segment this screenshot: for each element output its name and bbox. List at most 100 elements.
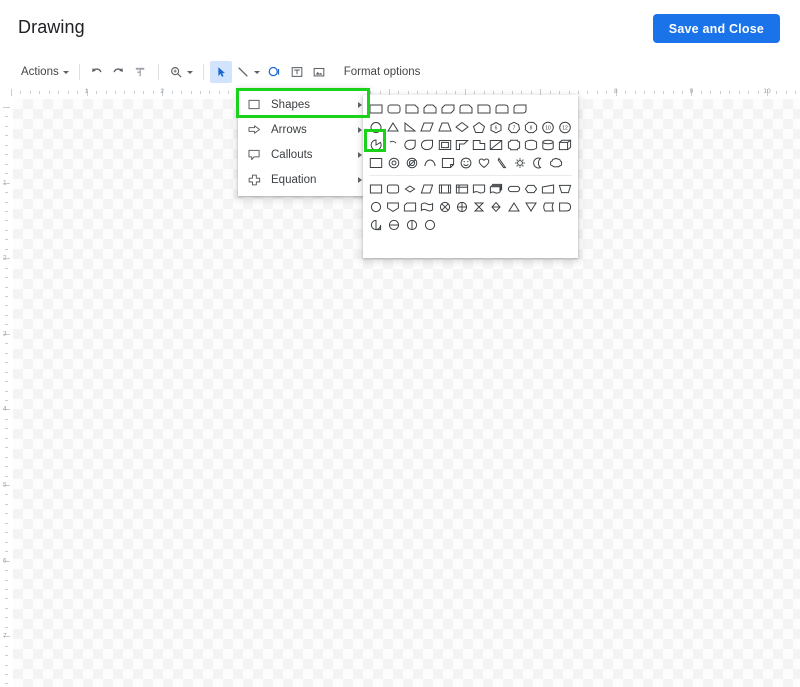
zoom-button[interactable] [165, 60, 197, 84]
shape-pie[interactable] [367, 136, 384, 154]
ruler-tick [5, 116, 8, 117]
shape-half-frame[interactable] [436, 136, 453, 154]
shape-flowchart-off-page-connector[interactable] [384, 198, 401, 216]
shape-dodecagon-12[interactable]: 12 [557, 118, 574, 136]
text-box-tool[interactable] [286, 61, 308, 83]
menu-item-shapes[interactable]: Shapes [238, 92, 368, 117]
shape-snip-and-round-single-corner-rectangle[interactable] [457, 100, 475, 118]
menu-item-equation-label: Equation [271, 174, 358, 186]
shape-isosceles-triangle[interactable] [402, 118, 419, 136]
shape-round-same-side-corner-rectangle[interactable] [493, 100, 511, 118]
shape-flowchart-document[interactable] [471, 180, 488, 198]
save-and-close-button[interactable]: Save and Close [653, 14, 780, 43]
shape-lightning-bolt[interactable] [493, 154, 511, 172]
shape-right-triangle[interactable] [384, 118, 401, 136]
shape-flowchart-delay[interactable] [557, 198, 574, 216]
shape-frame[interactable] [419, 136, 436, 154]
ruler-tick [58, 91, 59, 94]
line-tool[interactable] [232, 60, 264, 84]
shape-teardrop[interactable] [402, 136, 419, 154]
chevron-right-icon [358, 177, 362, 183]
shape-flowchart-predefined-process[interactable] [436, 180, 453, 198]
actions-menu[interactable]: Actions [17, 60, 73, 84]
ruler-tick [739, 91, 740, 94]
shape-flowchart-summing-junction[interactable] [436, 198, 453, 216]
shape-flowchart-extract[interactable] [505, 198, 522, 216]
shape-ellipse[interactable] [367, 118, 384, 136]
ruler-tick [5, 504, 8, 505]
shape-flowchart-manual-operation[interactable] [557, 180, 574, 198]
select-tool[interactable] [210, 61, 232, 83]
ruler-tick [5, 400, 8, 401]
shape-hexagon-6[interactable]: 6 [488, 118, 505, 136]
shape-flowchart-merge[interactable] [522, 198, 539, 216]
shape-flowchart-internal-storage[interactable] [453, 180, 470, 198]
shape-moon[interactable] [529, 154, 547, 172]
menu-item-arrows[interactable]: Arrows [238, 117, 368, 142]
shape-flowchart-stored-data[interactable] [540, 198, 557, 216]
shape-flowchart-decision[interactable] [402, 180, 419, 198]
shape-diagonal-stripe[interactable] [471, 136, 488, 154]
vertical-ruler[interactable]: 1234567 [0, 99, 14, 687]
shape-flowchart-collate[interactable] [471, 198, 488, 216]
shape-folded-corner[interactable] [439, 154, 457, 172]
shape-snip-single-corner-rectangle[interactable] [403, 100, 421, 118]
image-tool[interactable] [308, 61, 330, 83]
svg-text:6: 6 [495, 125, 498, 131]
ruler-tick [5, 277, 8, 278]
shape-flowchart-magnetic-disk[interactable] [385, 216, 403, 234]
ruler-tick [5, 126, 8, 127]
shape-flowchart-preparation[interactable] [522, 180, 539, 198]
magnifier-icon [169, 65, 183, 79]
shape-cube-3d[interactable] [557, 136, 574, 154]
shape-cloud[interactable] [547, 154, 565, 172]
redo-button[interactable] [108, 61, 130, 83]
shape-flowchart-multidocument[interactable] [488, 180, 505, 198]
shape-flowchart-display[interactable] [421, 216, 439, 234]
shape-parallelogram[interactable] [419, 118, 436, 136]
shape-heptagon-7[interactable]: 7 [505, 118, 522, 136]
shape-rectangle[interactable] [367, 100, 385, 118]
paint-format-button[interactable] [130, 61, 152, 83]
shape-flowchart-terminator[interactable] [505, 180, 522, 198]
shape-sun[interactable] [511, 154, 529, 172]
format-options-button[interactable]: Format options [344, 66, 421, 78]
shape-can[interactable] [522, 136, 539, 154]
shape-rounded-rectangle[interactable] [385, 100, 403, 118]
menu-item-callouts[interactable]: Callouts [238, 142, 368, 167]
shape-no-symbol[interactable] [403, 154, 421, 172]
shape-diamond[interactable] [453, 118, 470, 136]
shape-flowchart-card[interactable] [402, 198, 419, 216]
shape-flowchart-alternate-process[interactable] [384, 180, 401, 198]
shape-decagon-10[interactable]: 10 [540, 118, 557, 136]
shape-donut[interactable] [385, 154, 403, 172]
shape-flowchart-sequential-access-storage[interactable] [367, 216, 385, 234]
shape-cross[interactable] [488, 136, 505, 154]
shape-round-single-corner-rectangle[interactable] [475, 100, 493, 118]
shape-arc[interactable] [421, 154, 439, 172]
shape-round-diagonal-corner-rectangle[interactable] [511, 100, 529, 118]
shape-smiley-face[interactable] [457, 154, 475, 172]
undo-button[interactable] [86, 61, 108, 83]
shape-flowchart-sort[interactable] [488, 198, 505, 216]
shape-l-shape[interactable] [453, 136, 470, 154]
shape-flowchart-data[interactable] [419, 180, 436, 198]
shape-flowchart-punched-tape[interactable] [419, 198, 436, 216]
shape-flowchart-manual-input[interactable] [540, 180, 557, 198]
shape-flowchart-or[interactable] [453, 198, 470, 216]
menu-item-equation[interactable]: Equation [238, 167, 368, 192]
shape-plaque[interactable] [505, 136, 522, 154]
shape-snip-same-side-corner-rectangle[interactable] [421, 100, 439, 118]
shape-flowchart-process[interactable] [367, 180, 384, 198]
shape-snip-diagonal-corner-rectangle[interactable] [439, 100, 457, 118]
shape-heart[interactable] [475, 154, 493, 172]
shape-cube[interactable] [540, 136, 557, 154]
shape-tool[interactable] [264, 61, 286, 83]
shape-chord[interactable] [384, 136, 401, 154]
shape-flowchart-connector[interactable] [367, 198, 384, 216]
shape-flowchart-direct-access-storage[interactable] [403, 216, 421, 234]
shape-pentagon[interactable] [471, 118, 488, 136]
shape-trapezoid[interactable] [436, 118, 453, 136]
shape-octagon-8[interactable]: 8 [522, 118, 539, 136]
shape-bevel[interactable] [367, 154, 385, 172]
